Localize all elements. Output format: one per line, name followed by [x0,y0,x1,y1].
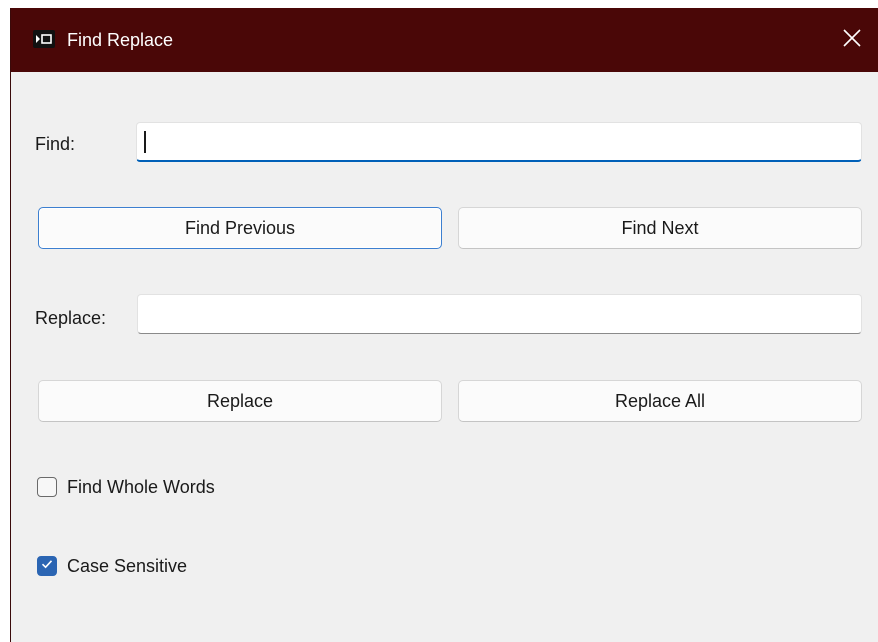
replace-input[interactable] [137,294,862,334]
find-whole-words-checkbox[interactable] [37,477,57,497]
case-sensitive-label: Case Sensitive [67,555,188,576]
case-sensitive-checkbox[interactable] [37,556,57,576]
title-bar[interactable]: Find Replace [11,8,878,72]
case-sensitive-option[interactable]: Case Sensitive [37,554,187,578]
replace-all-button[interactable]: Replace All [458,380,862,422]
close-icon [843,28,861,52]
replace-button[interactable]: Replace [38,380,442,422]
find-label: Find: [35,134,76,154]
text-caret [144,131,146,153]
checkmark-icon [40,557,54,576]
find-replace-window: Find Replace Find: Find Previous Find Ne… [10,8,878,642]
close-button[interactable] [825,8,878,72]
find-previous-button[interactable]: Find Previous [38,207,442,249]
find-whole-words-option[interactable]: Find Whole Words [37,475,215,499]
app-window-icon [33,30,55,48]
find-next-button[interactable]: Find Next [458,207,862,249]
find-input[interactable] [136,122,862,162]
find-whole-words-label: Find Whole Words [67,476,215,497]
replace-label: Replace: [35,308,107,328]
window-title: Find Replace [67,30,174,50]
